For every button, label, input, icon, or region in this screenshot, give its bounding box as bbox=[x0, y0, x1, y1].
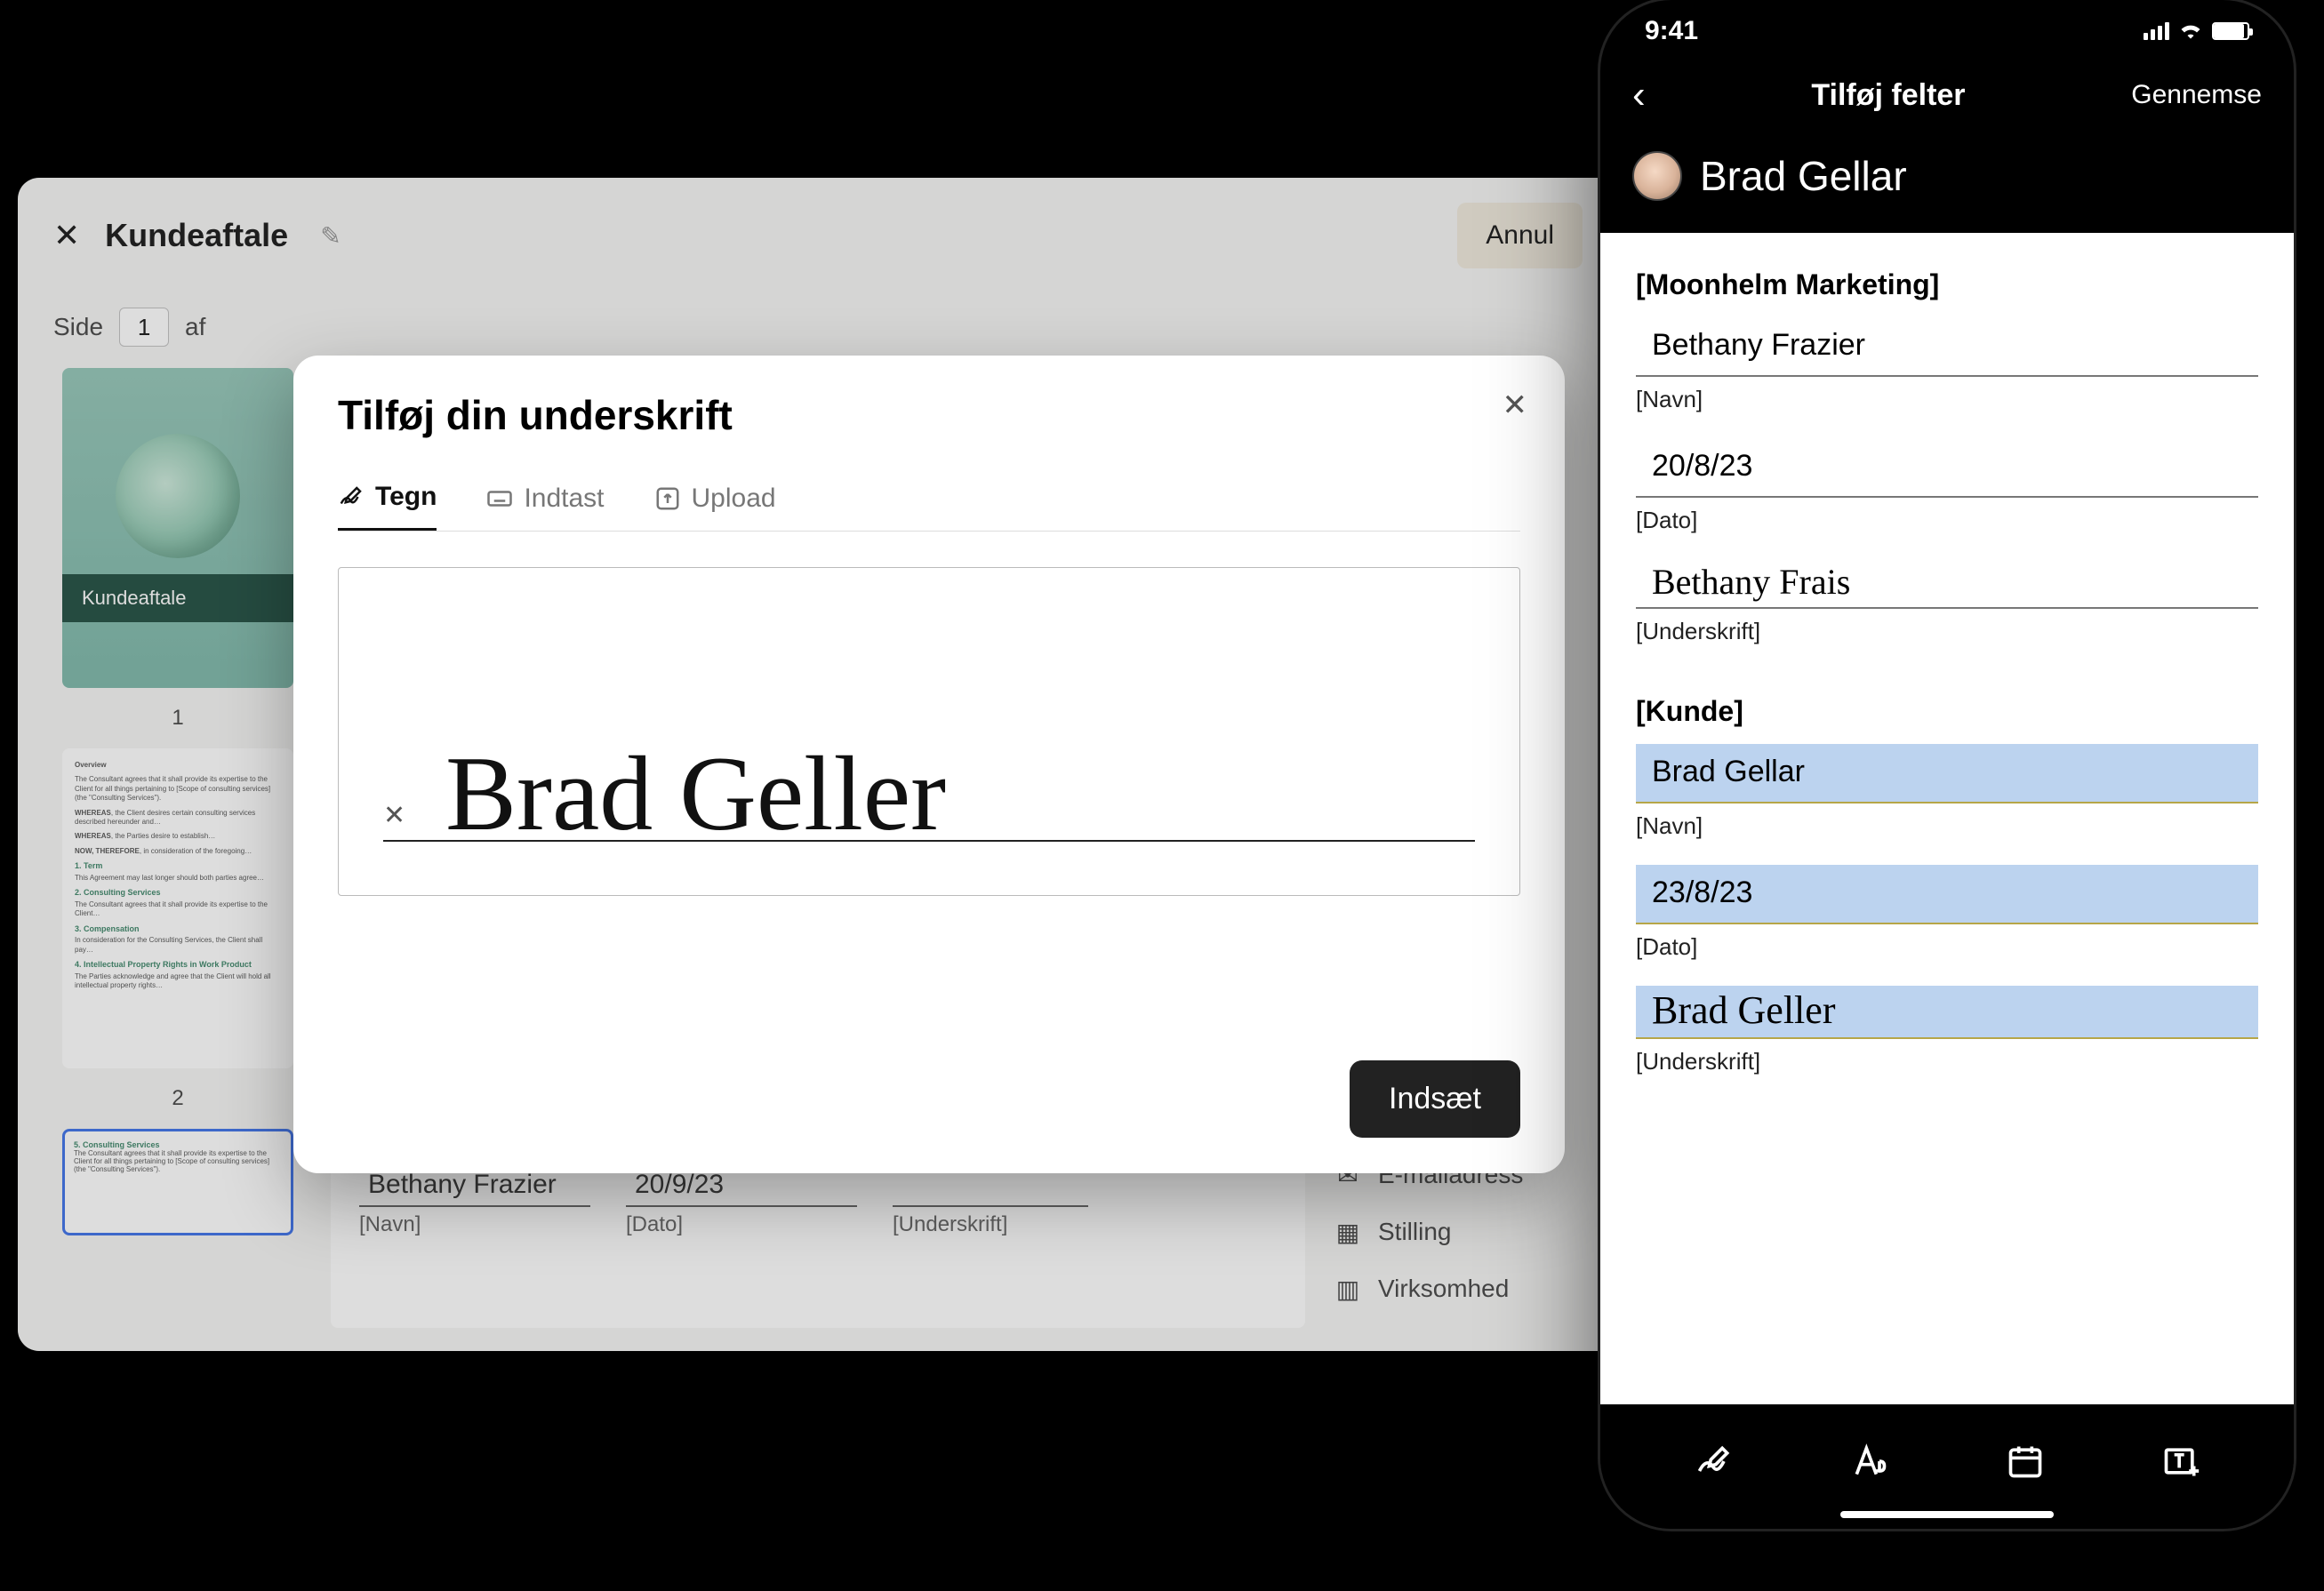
tab-upload-label: Upload bbox=[692, 484, 776, 514]
field-sig-1-value[interactable]: Bethany Frais bbox=[1636, 559, 2258, 609]
group-title-marketing: [Moonhelm Marketing] bbox=[1636, 268, 2258, 301]
signature-drawn-text: Brad Geller bbox=[445, 740, 946, 847]
phone-frame: 9:41 ‹ Tilføj felter Gennemse Brad Gella… bbox=[1600, 0, 2294, 1529]
tab-upload[interactable]: Upload bbox=[654, 482, 776, 531]
field-name-1-label: [Navn] bbox=[1636, 386, 2258, 413]
modal-title: Tilføj din underskrift bbox=[338, 391, 1520, 439]
field-date-1-label: [Dato] bbox=[1636, 507, 2258, 534]
tab-draw-label: Tegn bbox=[375, 482, 437, 512]
tool-signature-icon[interactable] bbox=[1691, 1438, 1737, 1484]
field-date-1-value[interactable]: 20/8/23 bbox=[1636, 438, 2258, 498]
tab-draw[interactable]: Tegn bbox=[338, 482, 437, 531]
home-indicator[interactable] bbox=[1840, 1511, 2054, 1518]
draw-icon bbox=[338, 484, 365, 510]
field-name-2: Brad Gellar [Navn] bbox=[1636, 744, 2258, 840]
phone-user-row[interactable]: Brad Gellar bbox=[1600, 139, 2294, 233]
avatar bbox=[1632, 151, 1682, 201]
modal-tabs: Tegn Indtast Upload bbox=[338, 482, 1520, 532]
field-name-2-label: [Navn] bbox=[1636, 812, 2258, 840]
phone-form-sheet: [Moonhelm Marketing] Bethany Frazier [Na… bbox=[1600, 233, 2294, 1406]
phone-toolbar bbox=[1600, 1404, 2294, 1529]
add-signature-modal: ✕ Tilføj din underskrift Tegn Indtast Up… bbox=[293, 356, 1565, 1173]
insert-button[interactable]: Indsæt bbox=[1350, 1060, 1520, 1138]
clear-signature-icon[interactable]: ✕ bbox=[383, 800, 405, 831]
wifi-icon bbox=[2178, 16, 2203, 46]
field-date-1: 20/8/23 [Dato] bbox=[1636, 438, 2258, 534]
upload-icon bbox=[654, 485, 681, 512]
phone-user-name: Brad Gellar bbox=[1700, 152, 1907, 200]
browse-button[interactable]: Gennemse bbox=[2131, 80, 2262, 110]
tool-textbox-icon[interactable] bbox=[2158, 1438, 2204, 1484]
field-sig-2: Brad Geller [Underskrift] bbox=[1636, 986, 2258, 1075]
field-sig-2-label: [Underskrift] bbox=[1636, 1048, 2258, 1075]
field-name-1-value[interactable]: Bethany Frazier bbox=[1636, 317, 2258, 377]
field-sig-2-value[interactable]: Brad Geller bbox=[1636, 986, 2258, 1039]
field-name-2-value[interactable]: Brad Gellar bbox=[1636, 744, 2258, 803]
phone-nav: ‹ Tilføj felter Gennemse bbox=[1600, 55, 2294, 139]
status-bar: 9:41 bbox=[1600, 0, 2294, 55]
battery-icon bbox=[2212, 22, 2249, 40]
tab-type-label: Indtast bbox=[524, 484, 604, 514]
field-date-2-value[interactable]: 23/8/23 bbox=[1636, 865, 2258, 924]
field-name-1: Bethany Frazier [Navn] bbox=[1636, 317, 2258, 413]
tab-type[interactable]: Indtast bbox=[486, 482, 604, 531]
back-icon[interactable]: ‹ bbox=[1632, 73, 1646, 117]
modal-close-icon[interactable]: ✕ bbox=[1503, 388, 1528, 423]
group-title-customer: [Kunde] bbox=[1636, 695, 2258, 728]
field-date-2-label: [Dato] bbox=[1636, 933, 2258, 961]
cellular-icon bbox=[2144, 22, 2169, 40]
signature-canvas[interactable]: ✕ Brad Geller bbox=[338, 567, 1520, 896]
phone-nav-title: Tilføj felter bbox=[1811, 78, 1965, 113]
status-time: 9:41 bbox=[1645, 16, 1698, 46]
tool-date-icon[interactable] bbox=[2002, 1438, 2048, 1484]
keyboard-icon bbox=[486, 485, 513, 512]
field-sig-1: Bethany Frais [Underskrift] bbox=[1636, 559, 2258, 645]
tool-text-icon[interactable] bbox=[1847, 1438, 1893, 1484]
field-date-2: 23/8/23 [Dato] bbox=[1636, 865, 2258, 961]
field-sig-1-label: [Underskrift] bbox=[1636, 618, 2258, 645]
